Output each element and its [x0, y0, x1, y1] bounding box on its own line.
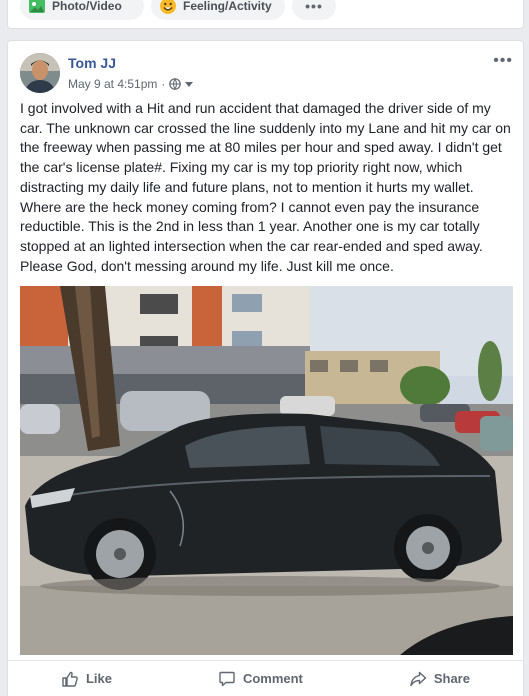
- thumbs-up-icon: [62, 671, 78, 687]
- comment-label: Comment: [242, 671, 303, 686]
- share-button[interactable]: Share: [395, 663, 484, 695]
- post-text: I got involved with a Hit and run accide…: [20, 100, 511, 274]
- share-label: Share: [433, 671, 470, 686]
- meta-separator: ·: [161, 77, 166, 91]
- post-photo[interactable]: [20, 286, 513, 655]
- post-options-button[interactable]: •••: [493, 53, 513, 69]
- photo-icon: [28, 0, 46, 15]
- post-author[interactable]: Tom JJ: [68, 55, 116, 71]
- post-timestamp[interactable]: May 9 at 4:51pm: [68, 77, 157, 91]
- comment-button[interactable]: Comment: [204, 663, 317, 695]
- composer-bar: Photo/Video Feeling/Activity •••: [7, 0, 524, 29]
- post-meta: May 9 at 4:51pm ·: [68, 77, 194, 91]
- more-dots-icon: •••: [305, 0, 323, 14]
- feeling-activity-button[interactable]: Feeling/Activity: [151, 0, 285, 20]
- photo-video-label: Photo/Video: [52, 0, 122, 13]
- post-action-bar: Like Comment Share: [8, 660, 523, 696]
- feeling-emoji-icon: [159, 0, 177, 15]
- privacy-dropdown-icon[interactable]: [185, 81, 194, 87]
- comment-icon: [219, 671, 235, 686]
- post-card: Tom JJ May 9 at 4:51pm · ••• I got invol…: [7, 40, 524, 696]
- like-label: Like: [85, 671, 112, 686]
- avatar[interactable]: [20, 53, 60, 93]
- feeling-activity-label: Feeling/Activity: [183, 0, 272, 13]
- globe-icon: [169, 78, 182, 90]
- like-button[interactable]: Like: [47, 663, 126, 695]
- photo-video-button[interactable]: Photo/Video: [20, 0, 144, 20]
- share-icon: [410, 671, 427, 686]
- composer-more-button[interactable]: •••: [292, 0, 336, 20]
